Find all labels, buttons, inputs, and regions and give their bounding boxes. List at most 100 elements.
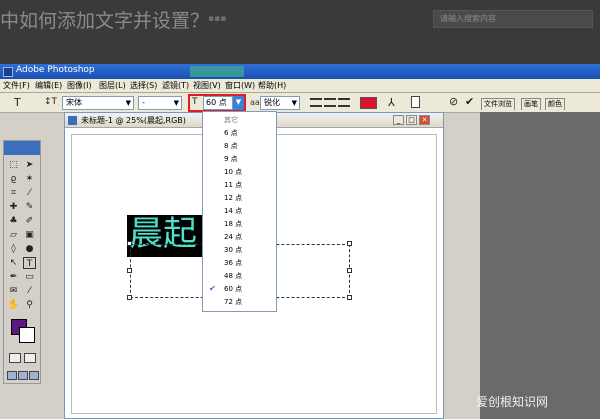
- slice-tool-icon[interactable]: ⁄: [23, 187, 36, 199]
- lasso-tool-icon[interactable]: ϱ: [7, 173, 20, 185]
- screen-mode-2-icon[interactable]: [18, 371, 28, 380]
- dropdown-item[interactable]: 14 点: [203, 205, 276, 218]
- align-center-button[interactable]: [324, 98, 336, 107]
- transform-handle[interactable]: [347, 241, 352, 246]
- screen-mode-1-icon[interactable]: [7, 371, 17, 380]
- menu-view[interactable]: 视图(V): [193, 80, 221, 91]
- dropdown-item[interactable]: 10 点: [203, 166, 276, 179]
- toolbox-header: [4, 141, 40, 155]
- align-right-button[interactable]: [338, 98, 350, 107]
- warp-text-icon[interactable]: ⅄: [388, 96, 395, 109]
- font-size-icon: T: [192, 97, 198, 107]
- dropdown-item[interactable]: 36 点: [203, 257, 276, 270]
- web-header: 中如何添加文字并设置？ ▪▪▪ 请输入搜索内容: [0, 0, 600, 64]
- menu-bar: 文件(F) 编辑(E) 图像(I) 图层(L) 选择(S) 滤镜(T) 视图(V…: [0, 79, 600, 93]
- app-title: Adobe Photoshop: [16, 65, 95, 75]
- maximize-button[interactable]: □: [406, 115, 417, 125]
- minimize-button[interactable]: _: [393, 115, 404, 125]
- tab-file-browser[interactable]: 文件浏览: [481, 98, 515, 110]
- marquee-tool-icon[interactable]: ⬚: [7, 159, 20, 171]
- dropdown-item[interactable]: 30 点: [203, 244, 276, 257]
- menu-filter[interactable]: 滤镜(T): [162, 80, 189, 91]
- photoshop-logo-icon: [3, 67, 13, 77]
- dropdown-item[interactable]: 11 点: [203, 179, 276, 192]
- font-family-select[interactable]: 宋体 ▼: [62, 96, 134, 110]
- cancel-icon[interactable]: ⊘: [449, 95, 458, 108]
- magic-wand-icon[interactable]: ✶: [23, 173, 36, 185]
- stamp-tool-icon[interactable]: ♣: [7, 215, 20, 227]
- transform-handle[interactable]: [127, 295, 132, 300]
- menu-window[interactable]: 窗口(W): [225, 80, 255, 91]
- text-orientation-icon[interactable]: ↕T: [44, 97, 57, 107]
- options-bar: T ↕T 宋体 ▼ - ▼ T 60 点 ▼ aa 锐化 ▼ ⅄ ⊘ ✔ 文件浏…: [0, 93, 600, 113]
- path-select-icon[interactable]: ↖: [7, 257, 20, 269]
- workspace-background: [480, 112, 600, 419]
- brush-tool-icon[interactable]: ✎: [23, 201, 36, 213]
- document-title: 未标题-1 @ 25%(晨起,RGB): [81, 116, 186, 125]
- dropdown-item-selected[interactable]: 60 点: [203, 283, 276, 296]
- antialias-select[interactable]: 锐化 ▼: [260, 96, 300, 110]
- tab-brushes[interactable]: 画笔: [521, 98, 541, 110]
- blur-tool-icon[interactable]: ◊: [7, 243, 20, 255]
- menu-layer[interactable]: 图层(L): [99, 80, 126, 91]
- font-size-dropdown-list: 其它 6 点 8 点 9 点 10 点 11 点 12 点 14 点 18 点 …: [202, 111, 277, 312]
- dropdown-item[interactable]: 24 点: [203, 231, 276, 244]
- tab-color[interactable]: 颜色: [545, 98, 565, 110]
- crop-tool-icon[interactable]: ⌗: [7, 187, 20, 199]
- close-button[interactable]: ✕: [419, 115, 430, 125]
- move-tool-icon[interactable]: ➤: [23, 159, 36, 171]
- font-style-select[interactable]: - ▼: [138, 96, 182, 110]
- overlay-deco: [190, 66, 244, 77]
- antialias-value: 锐化: [264, 98, 280, 107]
- transform-handle[interactable]: [127, 241, 132, 246]
- menu-help[interactable]: 帮助(H): [258, 80, 286, 91]
- font-size-input[interactable]: 60 点: [203, 96, 233, 110]
- dropdown-item[interactable]: 9 点: [203, 153, 276, 166]
- dropdown-item[interactable]: 12 点: [203, 192, 276, 205]
- transform-handle[interactable]: [347, 268, 352, 273]
- dropdown-item[interactable]: 48 点: [203, 270, 276, 283]
- web-nav-icon: ▪▪▪: [208, 14, 227, 24]
- background-color-swatch[interactable]: [19, 327, 35, 343]
- dodge-tool-icon[interactable]: ●: [23, 243, 36, 255]
- transform-handle[interactable]: [347, 295, 352, 300]
- palettes-icon[interactable]: [411, 96, 420, 108]
- menu-edit[interactable]: 编辑(E): [35, 80, 62, 91]
- pen-tool-icon[interactable]: ✒: [7, 271, 20, 283]
- dropdown-item[interactable]: 72 点: [203, 296, 276, 309]
- chevron-down-icon: ▼: [291, 99, 297, 107]
- eyedropper-icon[interactable]: ⁄: [23, 285, 36, 297]
- search-input[interactable]: 请输入搜索内容: [433, 10, 593, 28]
- text-color-swatch[interactable]: [360, 97, 377, 109]
- menu-select[interactable]: 选择(S): [130, 80, 157, 91]
- dropdown-item[interactable]: 8 点: [203, 140, 276, 153]
- menu-file[interactable]: 文件(F): [3, 80, 30, 91]
- dropdown-item[interactable]: 其它: [203, 114, 276, 127]
- align-left-button[interactable]: [310, 98, 322, 107]
- menu-image[interactable]: 图像(I): [67, 80, 92, 91]
- dropdown-item[interactable]: 18 点: [203, 218, 276, 231]
- standard-mode-icon[interactable]: [9, 353, 21, 363]
- commit-icon[interactable]: ✔: [465, 95, 474, 108]
- toolbox: ⬚ ➤ ϱ ✶ ⌗ ⁄ ✚ ✎ ♣ ✐ ▱ ▣ ◊ ● ↖ T ✒ ▭ ✉ ⁄ …: [3, 140, 41, 384]
- type-tool-icon[interactable]: T: [23, 257, 36, 269]
- font-size-dropdown-button[interactable]: ▼: [233, 96, 244, 110]
- watermark: 爱创根知识网: [476, 395, 549, 409]
- shape-tool-icon[interactable]: ▭: [23, 271, 36, 283]
- zoom-tool-icon[interactable]: ⚲: [23, 299, 36, 311]
- eraser-tool-icon[interactable]: ▱: [7, 229, 20, 241]
- quickmask-mode-icon[interactable]: [24, 353, 36, 363]
- history-brush-icon[interactable]: ✐: [23, 215, 36, 227]
- antialias-icon: aa: [250, 98, 260, 107]
- font-family-value: 宋体: [66, 98, 82, 107]
- gradient-tool-icon[interactable]: ▣: [23, 229, 36, 241]
- healing-tool-icon[interactable]: ✚: [7, 201, 20, 213]
- transform-handle[interactable]: [127, 268, 132, 273]
- dropdown-item[interactable]: 6 点: [203, 127, 276, 140]
- screen-mode-3-icon[interactable]: [29, 371, 39, 380]
- notes-tool-icon[interactable]: ✉: [7, 285, 20, 297]
- app-titlebar: Adobe Photoshop: [0, 64, 600, 79]
- type-tool-icon[interactable]: T: [14, 96, 21, 109]
- hand-tool-icon[interactable]: ✋: [7, 299, 20, 311]
- chevron-down-icon: ▼: [125, 99, 131, 107]
